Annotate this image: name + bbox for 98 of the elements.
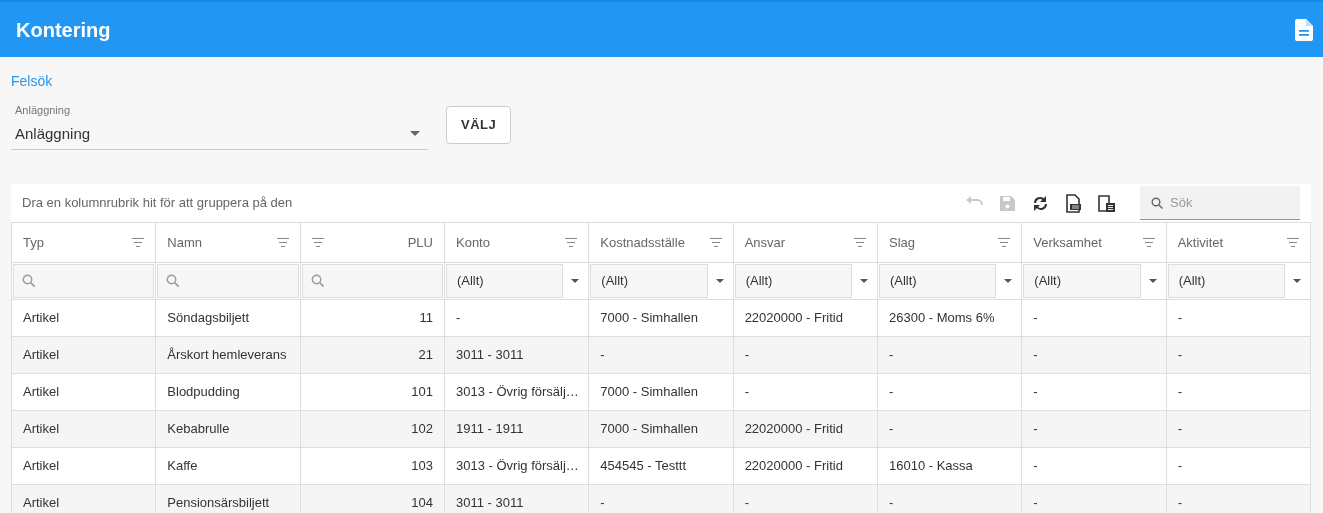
column-header[interactable]: Konto bbox=[456, 232, 490, 253]
table-cell: 3011 - 3011 bbox=[444, 336, 589, 374]
document-icon[interactable] bbox=[1295, 18, 1313, 41]
table-cell: - bbox=[588, 336, 734, 374]
choose-button[interactable]: VÄLJ bbox=[446, 106, 512, 144]
filter-select[interactable]: (Allt) bbox=[734, 264, 852, 298]
table-cell: - bbox=[1021, 299, 1167, 337]
filter-field[interactable] bbox=[157, 264, 299, 298]
table-cell: - bbox=[1166, 484, 1311, 513]
dropdown-icon bbox=[571, 279, 580, 283]
table-cell: - bbox=[733, 336, 878, 374]
filter-icon[interactable] bbox=[709, 238, 722, 247]
column-header[interactable]: Namn bbox=[167, 232, 202, 253]
table-cell: - bbox=[877, 336, 1022, 374]
column-header[interactable]: Slag bbox=[888, 232, 915, 253]
filter-select[interactable]: (Allt) bbox=[1023, 264, 1141, 298]
table-cell: - bbox=[877, 410, 1022, 448]
table-cell: 102 bbox=[300, 410, 445, 448]
table-cell: 3013 - Övrig försälj… bbox=[444, 447, 589, 485]
table-cell: Årskort hemleverans bbox=[155, 336, 301, 374]
table-cell: - bbox=[444, 299, 589, 337]
filter-select[interactable]: (Allt) bbox=[1167, 264, 1285, 298]
table-cell: 3011 - 3011 bbox=[444, 484, 589, 513]
table-cell: 7000 - Simhallen bbox=[588, 299, 734, 337]
filter-icon[interactable] bbox=[311, 238, 324, 247]
table-cell: 7000 - Simhallen bbox=[588, 410, 734, 448]
table-cell: Blodpudding bbox=[155, 373, 301, 411]
search-field[interactable]: Sök bbox=[1140, 186, 1300, 220]
dropdown-icon bbox=[1293, 279, 1301, 283]
table-cell: - bbox=[733, 484, 878, 513]
table-cell: - bbox=[1021, 484, 1167, 513]
search-icon bbox=[310, 274, 325, 288]
filter-select[interactable]: (Allt) bbox=[446, 264, 564, 298]
table-cell: - bbox=[1021, 373, 1167, 411]
column-header[interactable]: Ansvar bbox=[744, 232, 786, 253]
table-cell: - bbox=[1021, 410, 1167, 448]
table-cell: - bbox=[877, 484, 1022, 513]
dropdown-icon bbox=[1004, 279, 1013, 283]
table-cell: - bbox=[1166, 447, 1311, 485]
filter-icon[interactable] bbox=[853, 238, 866, 247]
table-cell: Kaffe bbox=[155, 447, 301, 485]
table-cell: 22020000 - Fritid bbox=[733, 447, 878, 485]
filter-icon[interactable] bbox=[998, 238, 1011, 247]
table-cell: Artikel bbox=[11, 299, 156, 337]
table-cell: - bbox=[1166, 373, 1311, 411]
dropdown-icon bbox=[859, 279, 868, 283]
table-cell: 1911 - 1911 bbox=[444, 410, 589, 448]
column-header[interactable]: Aktivitet bbox=[1177, 232, 1224, 253]
table-cell: 22020000 - Fritid bbox=[733, 410, 878, 448]
filter-icon[interactable] bbox=[132, 238, 145, 247]
table-cell: Pensionsärsbiljett bbox=[155, 484, 301, 513]
table-cell: 104 bbox=[300, 484, 445, 513]
table-cell: - bbox=[877, 373, 1022, 411]
group-hint: Dra en kolumnrubrik hit för att gruppera på den bbox=[21, 194, 294, 213]
table-cell: 454545 - Testtt bbox=[588, 447, 734, 485]
table-cell: - bbox=[733, 373, 878, 411]
column-header[interactable]: PLU bbox=[407, 232, 433, 253]
table-cell: - bbox=[1021, 447, 1167, 485]
filter-icon[interactable] bbox=[1287, 238, 1299, 247]
search-icon bbox=[22, 274, 36, 288]
table-cell: Söndagsbiljett bbox=[155, 299, 301, 337]
dropdown-icon bbox=[410, 131, 420, 137]
filter-icon[interactable] bbox=[565, 238, 578, 247]
filter-select[interactable]: (Allt) bbox=[590, 264, 708, 298]
filter-field[interactable] bbox=[13, 264, 155, 298]
app-title: Kontering bbox=[16, 17, 111, 42]
table-cell: 11 bbox=[300, 299, 445, 337]
table-cell: 26300 - Moms 6% bbox=[877, 299, 1022, 337]
table-cell: Artikel bbox=[11, 447, 156, 485]
table-cell: 103 bbox=[300, 447, 445, 485]
filter-icon[interactable] bbox=[276, 238, 289, 247]
table-cell: Artikel bbox=[11, 373, 156, 411]
table-cell: - bbox=[1166, 410, 1311, 448]
table-cell: Artikel bbox=[11, 410, 156, 448]
table-cell: 3013 - Övrig försälj… bbox=[444, 373, 589, 411]
search-icon bbox=[166, 274, 181, 288]
filter-field[interactable] bbox=[301, 264, 443, 298]
dropdown-icon bbox=[715, 279, 724, 283]
column-header[interactable]: Typ bbox=[23, 232, 44, 253]
table-cell: Artikel bbox=[11, 484, 156, 513]
table-cell: - bbox=[1166, 336, 1311, 374]
table-cell: Kebabrulle bbox=[155, 410, 301, 448]
table-cell: 16010 - Kassa bbox=[877, 447, 1022, 485]
filter-icon[interactable] bbox=[1142, 238, 1155, 247]
table-cell: 7000 - Simhallen bbox=[588, 373, 734, 411]
facility-select[interactable]: Anläggning Anläggning bbox=[11, 100, 428, 150]
table-cell: 101 bbox=[300, 373, 445, 411]
table-cell: - bbox=[1166, 299, 1311, 337]
table-cell: - bbox=[588, 484, 734, 513]
search-icon bbox=[1151, 197, 1163, 209]
filter-select[interactable]: (Allt) bbox=[878, 264, 997, 298]
table-cell: 22020000 - Fritid bbox=[733, 299, 878, 337]
column-chooser-icon[interactable] bbox=[1096, 193, 1116, 213]
table-cell: Artikel bbox=[11, 336, 156, 374]
dropdown-icon bbox=[1148, 279, 1157, 283]
file-export-icon[interactable] bbox=[1063, 193, 1083, 213]
table-cell: - bbox=[1021, 336, 1167, 374]
table-cell: 21 bbox=[300, 336, 445, 374]
